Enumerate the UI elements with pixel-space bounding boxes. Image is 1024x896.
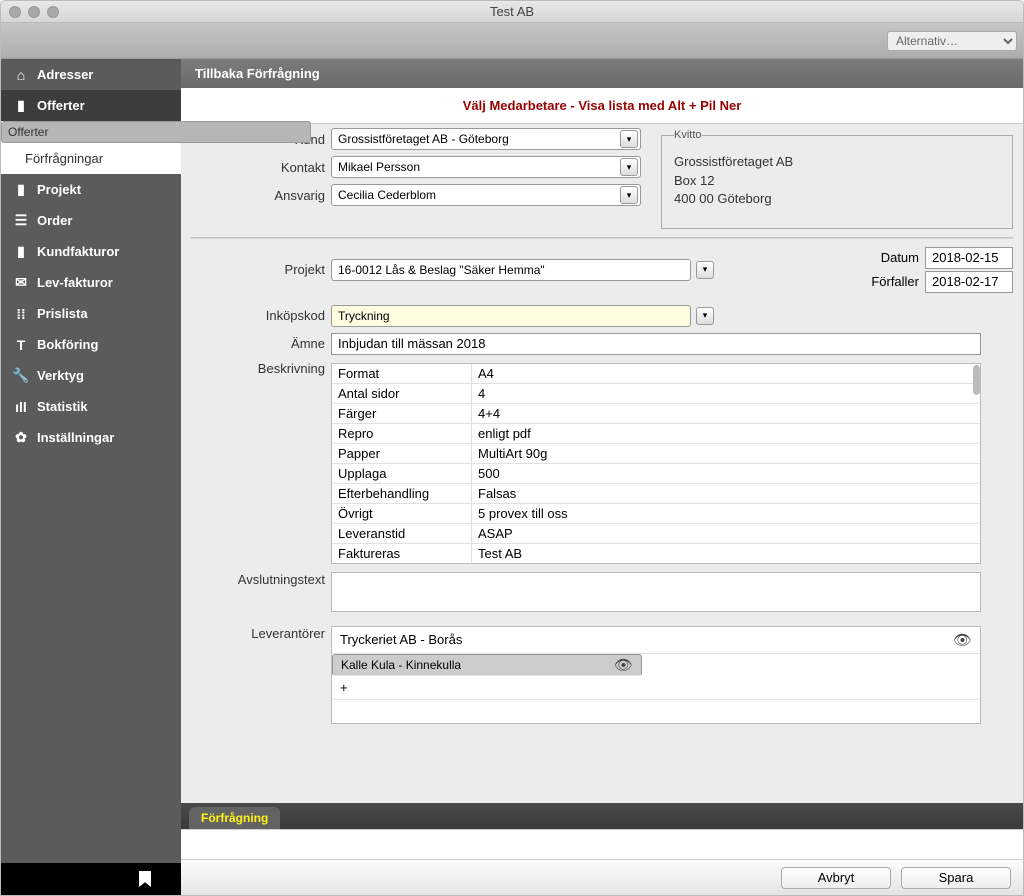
kvitto-box: Kvitto Grossistföretaget AB Box 12 400 0… [661,128,1013,229]
kvitto-name: Grossistföretaget AB [674,153,1000,171]
kontakt-select[interactable]: Mikael Persson▾ [331,156,641,178]
sidebar-item-order[interactable]: ☰Order [1,205,181,236]
list-icon: ☰ [13,213,29,229]
alternatives-select[interactable]: Alternativ… [887,31,1017,51]
window-title: Test AB [1,4,1023,19]
kvitto-city: 400 00 Göteborg [674,190,1000,208]
label-amne: Ämne [191,336,331,351]
document-icon: ▮ [13,98,29,114]
invoice-icon: ▮ [13,244,29,260]
datum-field[interactable]: 2018-02-15 [925,247,1013,269]
wrench-icon: 🔧 [13,368,29,384]
amne-field[interactable] [331,333,981,355]
mail-icon: ✉ [13,275,29,291]
bookmark-bar [1,863,181,895]
table-row[interactable]: PapperMultiArt 90g [332,444,980,464]
table-row[interactable]: FormatA4 [332,364,980,384]
kvitto-addr: Box 12 [674,172,1000,190]
kund-select[interactable]: Grossistföretaget AB - Göteborg▾ [331,128,641,150]
label-beskrivning: Beskrivning [191,361,331,376]
sidebar-item-offerter[interactable]: ▮Offerter [1,90,181,121]
label-inkopskod: Inköpskod [191,308,331,323]
sidebar-sub-offerter[interactable]: Offerter [1,121,311,143]
beskrivning-table[interactable]: FormatA4Antal sidor4Färger4+4Reproenligt… [331,363,981,564]
label-lev: Leverantörer [191,626,331,641]
kvitto-legend: Kvitto [674,128,702,143]
ansvarig-select[interactable]: Cecilia Cederblom▾ [331,184,641,206]
table-row[interactable]: Reproenligt pdf [332,424,980,444]
table-row[interactable]: LeveranstidASAP [332,524,980,544]
lev-row[interactable] [332,700,980,723]
table-row[interactable]: Övrigt5 provex till oss [332,504,980,524]
bookmark-icon[interactable] [139,871,151,887]
avbryt-button[interactable]: Avbryt [781,867,891,889]
label-datum: Datum [881,250,919,265]
price-icon: ⁞⁞ [13,306,29,322]
chevron-down-icon: ▾ [620,186,638,204]
inkopskod-select[interactable]: Tryckning▾ [331,305,691,327]
chevron-down-icon: ▾ [620,130,638,148]
chevron-down-icon: ▾ [696,307,714,325]
label-kontakt: Kontakt [191,160,331,175]
lev-row-add[interactable]: + [332,676,980,700]
label-avslut: Avslutningstext [191,572,331,587]
table-row[interactable]: Antal sidor4 [332,384,980,404]
sidebar-item-bokforing[interactable]: TBokföring [1,329,181,360]
sidebar-item-kundfakturor[interactable]: ▮Kundfakturor [1,236,181,267]
lev-row[interactable]: Tryckeriet AB - Borås👁 [332,627,980,654]
blank-area [181,829,1023,859]
sidebar-item-verktyg[interactable]: 🔧Verktyg [1,360,181,391]
sidebar-item-prislista[interactable]: ⁞⁞Prislista [1,298,181,329]
sidebar-item-statistik[interactable]: ıllStatistik [1,391,181,422]
spara-button[interactable]: Spara [901,867,1011,889]
eye-icon[interactable]: 👁 [953,631,972,649]
label-ansvarig: Ansvarig [191,188,331,203]
label-projekt: Projekt [191,262,331,277]
toolbar: Alternativ… [1,23,1023,59]
scrollbar[interactable] [973,365,980,395]
home-icon: ⌂ [13,67,29,83]
sidebar-item-installningar[interactable]: ✿Inställningar [1,422,181,453]
avslut-field[interactable] [331,572,981,612]
sidebar-item-projekt[interactable]: ▮Projekt [1,174,181,205]
table-row[interactable]: Färger4+4 [332,404,980,424]
label-forfaller: Förfaller [871,274,919,289]
sidebar-item-levfakturor[interactable]: ✉Lev-fakturor [1,267,181,298]
bars-icon: ıll [13,399,29,415]
breadcrumb[interactable]: Tillbaka Förfrågning [181,59,1023,88]
table-row[interactable]: FakturerasTest AB [332,544,980,563]
sidebar-sub-forfragningar[interactable]: Förfrågningar [1,143,181,174]
sidebar: ⌂Adresser ▮Offerter Offerter Förfrågning… [1,59,181,895]
chevron-down-icon: ▾ [696,261,714,279]
sidebar-item-adresser[interactable]: ⌂Adresser [1,59,181,90]
tab-row: Förfrågning [181,803,1023,829]
text-icon: T [13,337,29,353]
table-row[interactable]: EfterbehandlingFalsas [332,484,980,504]
divider [191,237,1013,239]
footer: Avbryt Spara [181,859,1023,895]
forfaller-field[interactable]: 2018-02-17 [925,271,1013,293]
hint-label: Välj Medarbetare - Visa lista med Alt + … [181,88,1023,124]
folder-icon: ▮ [13,182,29,198]
tab-forfragning[interactable]: Förfrågning [189,807,280,829]
titlebar: Test AB [1,1,1023,23]
chevron-down-icon: ▾ [620,158,638,176]
leverantorer-list: Tryckeriet AB - Borås👁 Kalle Kula - Kinn… [331,626,981,724]
eye-icon[interactable]: 👁 [614,656,633,674]
table-row[interactable]: Upplaga500 [332,464,980,484]
projekt-select[interactable]: 16-0012 Lås & Beslag "Säker Hemma"▾ [331,259,691,281]
gear-icon: ✿ [13,430,29,446]
lev-row[interactable]: Kalle Kula - Kinnekulla👁 [332,654,642,676]
